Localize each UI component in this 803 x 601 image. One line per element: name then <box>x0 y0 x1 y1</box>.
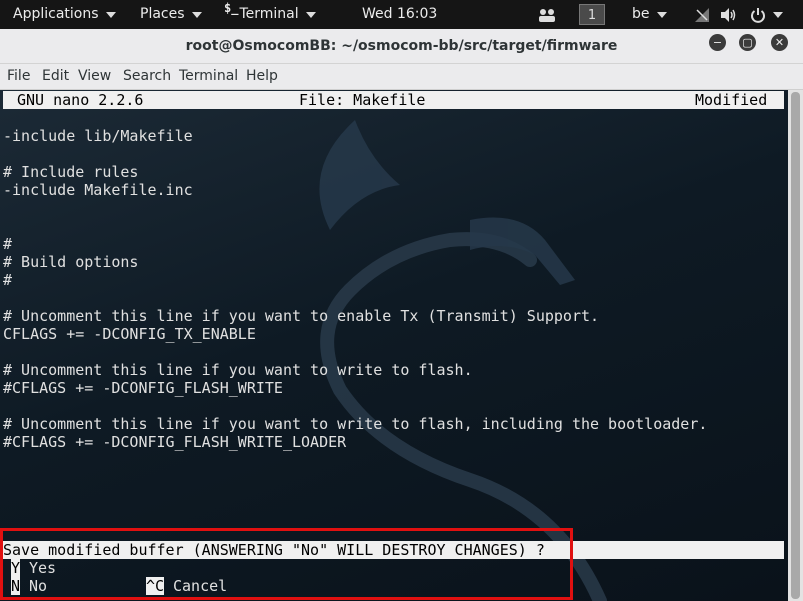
file-line: # Uncomment this line if you want to wri… <box>3 361 473 379</box>
window-titlebar[interactable]: root@OsmocomBB: ~/osmocom-bb/src/target/… <box>0 29 803 64</box>
file-line: -include lib/Makefile <box>3 127 193 145</box>
file-line: # Include rules <box>3 163 139 181</box>
chevron-down-icon <box>105 11 116 18</box>
nano-modified-status: Modified <box>695 91 768 109</box>
file-line: # Build options <box>3 253 139 271</box>
file-line: # <box>3 235 13 253</box>
applications-label: Applications <box>13 6 99 22</box>
yes-option[interactable]: Yes <box>29 559 56 577</box>
accessibility-icon[interactable] <box>538 0 556 29</box>
top-panel: Applications Places $_ Terminal Wed 16:0… <box>0 0 803 29</box>
workspace-indicator[interactable]: 1 <box>579 4 605 25</box>
nano-filename: File: Makefile <box>299 91 426 109</box>
maximize-button[interactable]: ▢ <box>739 34 756 51</box>
terminal-app-menu[interactable]: $_ Terminal <box>224 0 316 29</box>
file-line: # Uncomment this line if you want to ena… <box>3 307 600 325</box>
terminal-glyph-icon: $_ <box>224 1 239 15</box>
file-line: # <box>3 271 13 289</box>
file-line: CFLAGS += -DCONFIG_TX_ENABLE <box>3 325 256 343</box>
terminal-app-label: Terminal <box>239 6 299 22</box>
terminal-view[interactable]: GNU nano 2.2.6 File: Makefile Modified -… <box>0 90 788 601</box>
network-icon[interactable] <box>694 0 710 29</box>
file-line: # Uncomment this line if you want to wri… <box>3 415 708 433</box>
places-menu[interactable]: Places <box>140 0 202 29</box>
menu-bar: File Edit View Search Terminal Help <box>0 64 803 90</box>
menu-search[interactable]: Search <box>123 64 171 89</box>
no-option[interactable]: No <box>29 577 47 595</box>
power-icon[interactable] <box>750 0 783 29</box>
save-prompt: Save modified buffer (ANSWERING "No" WIL… <box>3 541 784 559</box>
places-label: Places <box>140 6 185 22</box>
keyboard-layout-menu[interactable]: be <box>632 0 667 29</box>
applications-menu[interactable]: Applications <box>13 0 116 29</box>
menu-terminal[interactable]: Terminal <box>179 64 238 89</box>
window-title: root@OsmocomBB: ~/osmocom-bb/src/target/… <box>185 38 618 54</box>
volume-icon[interactable] <box>720 0 738 29</box>
clock-label: Wed 16:03 <box>362 6 438 22</box>
scrollbar-thumb[interactable] <box>791 92 800 599</box>
file-line: #CFLAGS += -DCONFIG_FLASH_WRITE <box>3 379 283 397</box>
cancel-option[interactable]: Cancel <box>173 577 227 595</box>
minimize-button[interactable]: − <box>709 34 726 51</box>
file-line: -include Makefile.inc <box>3 181 193 199</box>
chevron-down-icon <box>305 11 316 18</box>
cancel-shortcut-key[interactable]: ^C <box>146 577 165 595</box>
yes-shortcut-key[interactable]: Y <box>11 559 21 577</box>
close-button[interactable]: ✕ <box>771 34 788 51</box>
file-line: #CFLAGS += -DCONFIG_FLASH_WRITE_LOADER <box>3 433 347 451</box>
clock[interactable]: Wed 16:03 <box>362 0 437 29</box>
no-shortcut-key[interactable]: N <box>11 577 21 595</box>
chevron-down-icon <box>191 11 202 18</box>
keyboard-layout-label: be <box>632 6 650 22</box>
chevron-down-icon <box>773 11 783 18</box>
menu-help[interactable]: Help <box>246 64 278 89</box>
menu-file[interactable]: File <box>7 64 30 89</box>
nano-version: GNU nano 2.2.6 <box>17 91 144 109</box>
menu-edit[interactable]: Edit <box>42 64 69 89</box>
chevron-down-icon <box>656 11 667 18</box>
nano-header: GNU nano 2.2.6 File: Makefile Modified <box>3 91 784 109</box>
menu-view[interactable]: View <box>78 64 111 89</box>
